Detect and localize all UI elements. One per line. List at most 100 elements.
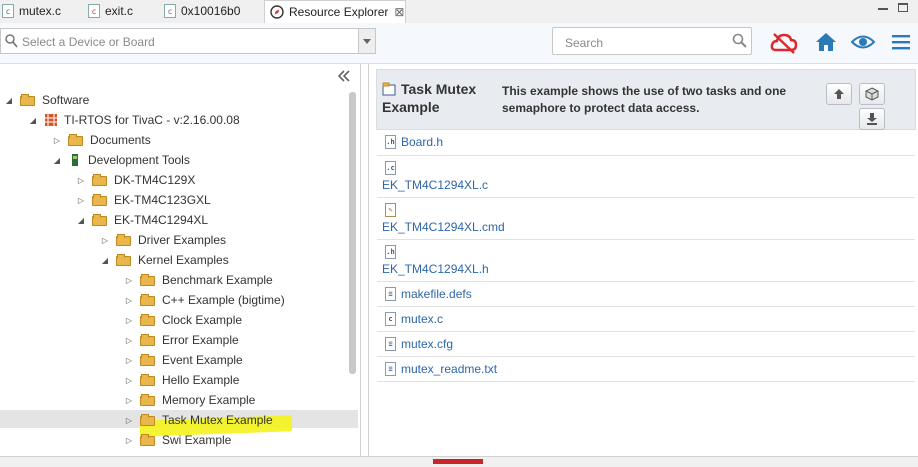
collapsed-arrow-icon[interactable]: ▷ bbox=[76, 195, 86, 205]
collapsed-arrow-icon[interactable]: ▷ bbox=[124, 415, 134, 425]
tree-item-label: EK-TM4C1294XL bbox=[114, 213, 209, 227]
file-link[interactable]: mutex_readme.txt bbox=[401, 362, 497, 376]
home-icon[interactable] bbox=[814, 31, 838, 53]
file-row[interactable]: ≡ mutex_readme.txt bbox=[377, 357, 915, 382]
tree-item-tirtos[interactable]: ◢ TI-RTOS for TivaC - v:2.16.00.08 bbox=[28, 111, 240, 129]
board-icon bbox=[72, 154, 78, 166]
tree-item-hello-example[interactable]: ▷ Hello Example bbox=[124, 371, 239, 389]
collapsed-arrow-icon[interactable]: ▷ bbox=[124, 275, 134, 285]
package-icon bbox=[45, 114, 57, 126]
collapsed-arrow-icon[interactable]: ▷ bbox=[124, 355, 134, 365]
file-row[interactable]: .h Board.h bbox=[377, 130, 915, 156]
expanded-arrow-icon[interactable]: ◢ bbox=[100, 255, 110, 265]
menu-icon[interactable] bbox=[891, 34, 911, 50]
cloud-offline-icon[interactable] bbox=[770, 31, 798, 55]
tree-item-software[interactable]: ◢ Software bbox=[4, 91, 89, 109]
tree-item-label: C++ Example (bigtime) bbox=[162, 293, 285, 307]
tab-exit-c[interactable]: c exit.c bbox=[88, 0, 158, 22]
tree-item-clock-example[interactable]: ▷ Clock Example bbox=[124, 311, 242, 329]
expanded-arrow-icon[interactable]: ◢ bbox=[52, 155, 62, 165]
tab-resource-explorer[interactable]: Resource Explorer ⊠ bbox=[264, 0, 406, 23]
file-row[interactable]: ≡ mutex.cfg bbox=[377, 332, 915, 357]
file-link[interactable]: EK_TM4C1294XL.c bbox=[382, 178, 488, 192]
eye-icon[interactable] bbox=[851, 33, 875, 51]
c-file-icon: .c bbox=[385, 161, 396, 175]
tree-item-ek-tm4c1294xl[interactable]: ◢ EK-TM4C1294XL bbox=[76, 211, 208, 229]
text-file-icon: ≡ bbox=[385, 337, 396, 351]
c-file-icon: c bbox=[2, 4, 14, 18]
file-row[interactable]: .c EK_TM4C1294XL.c bbox=[377, 156, 915, 198]
cube-button[interactable] bbox=[859, 83, 885, 105]
device-board-select[interactable]: Select a Device or Board bbox=[0, 28, 376, 54]
tab-disassembly[interactable]: c 0x10016b0 bbox=[164, 0, 260, 22]
tree-item-event-example[interactable]: ▷ Event Example bbox=[124, 351, 243, 369]
example-detail-pane: Task Mutex Example This example shows th… bbox=[368, 64, 918, 456]
expanded-arrow-icon[interactable]: ◢ bbox=[76, 215, 86, 225]
example-title-line: Task Mutex bbox=[401, 81, 477, 97]
tree-item-task-mutex-example[interactable]: ▷ Task Mutex Example bbox=[124, 411, 273, 429]
editor-tab-bar: c mutex.c c exit.c c 0x10016b0 Resource … bbox=[0, 0, 918, 24]
collapsed-arrow-icon[interactable]: ▷ bbox=[124, 335, 134, 345]
tree-item-dev-tools[interactable]: ◢ Development Tools bbox=[52, 151, 190, 169]
collapse-all-icon[interactable] bbox=[337, 70, 351, 82]
minimize-icon[interactable] bbox=[876, 2, 890, 14]
import-button[interactable] bbox=[826, 83, 852, 105]
tab-mutex-c[interactable]: c mutex.c bbox=[2, 0, 82, 22]
tree-item-label: Benchmark Example bbox=[162, 273, 273, 287]
tree-item-kernel-examples[interactable]: ◢ Kernel Examples bbox=[100, 251, 229, 269]
maximize-icon[interactable] bbox=[897, 2, 911, 14]
tree-item-label: Development Tools bbox=[88, 153, 190, 167]
tree-item-error-example[interactable]: ▷ Error Example bbox=[124, 331, 239, 349]
file-link[interactable]: makefile.defs bbox=[401, 287, 472, 301]
tree-item-memory-example[interactable]: ▷ Memory Example bbox=[124, 391, 255, 409]
search-placeholder: Search bbox=[565, 36, 604, 50]
collapsed-arrow-icon[interactable]: ▷ bbox=[124, 435, 134, 445]
tree-item-label: Swi Example bbox=[162, 433, 232, 447]
tree-item-benchmark-example[interactable]: ▷ Benchmark Example bbox=[124, 271, 273, 289]
collapsed-arrow-icon[interactable]: ▷ bbox=[52, 135, 62, 145]
tree-item-label: Event Example bbox=[162, 353, 243, 367]
tree-item-label: Documents bbox=[90, 133, 151, 147]
tree-item-driver-examples[interactable]: ▷ Driver Examples bbox=[100, 231, 226, 249]
example-folder-icon bbox=[140, 314, 156, 326]
tree-item-label: Task Mutex Example bbox=[162, 413, 273, 427]
tree-item-dk-tm4c129x[interactable]: ▷ DK-TM4C129X bbox=[76, 171, 195, 189]
file-link[interactable]: mutex.c bbox=[401, 312, 443, 326]
tab-label: 0x10016b0 bbox=[181, 4, 241, 18]
file-link[interactable]: mutex.cfg bbox=[401, 337, 453, 351]
folder-icon bbox=[116, 254, 132, 266]
collapsed-arrow-icon[interactable]: ▷ bbox=[124, 315, 134, 325]
tree-item-documents[interactable]: ▷ Documents bbox=[52, 131, 151, 149]
download-button[interactable] bbox=[859, 108, 885, 130]
expanded-arrow-icon[interactable]: ◢ bbox=[4, 95, 14, 105]
search-icon[interactable] bbox=[732, 33, 747, 48]
folder-icon bbox=[92, 214, 108, 226]
file-row[interactable]: .h EK_TM4C1294XL.h bbox=[377, 240, 915, 282]
collapsed-arrow-icon[interactable]: ▷ bbox=[76, 175, 86, 185]
file-row[interactable]: ✎ EK_TM4C1294XL.cmd bbox=[377, 198, 915, 240]
file-row[interactable]: ≡ makefile.defs bbox=[377, 282, 915, 307]
tree-item-ek-tm4c123gxl[interactable]: ▷ EK-TM4C123GXL bbox=[76, 191, 211, 209]
expanded-arrow-icon[interactable]: ◢ bbox=[28, 115, 38, 125]
collapsed-arrow-icon[interactable]: ▷ bbox=[124, 395, 134, 405]
file-link[interactable]: EK_TM4C1294XL.cmd bbox=[382, 220, 505, 234]
collapsed-arrow-icon[interactable]: ▷ bbox=[124, 295, 134, 305]
text-file-icon: ≡ bbox=[385, 362, 396, 376]
tree-item-cpp-example[interactable]: ▷ C++ Example (bigtime) bbox=[124, 291, 285, 309]
search-input[interactable]: Search bbox=[552, 27, 752, 55]
tree-item-label: Memory Example bbox=[162, 393, 256, 407]
close-icon[interactable]: ⊠ bbox=[394, 5, 404, 19]
collapsed-arrow-icon[interactable]: ▷ bbox=[124, 375, 134, 385]
tree-scrollbar[interactable] bbox=[349, 92, 356, 374]
file-link[interactable]: Board.h bbox=[401, 135, 443, 149]
package-tree-pane: ◢ Software ◢ TI-RTOS for TivaC - v:2.16.… bbox=[0, 64, 361, 456]
collapsed-arrow-icon[interactable]: ▷ bbox=[100, 235, 110, 245]
progress-indicator bbox=[433, 459, 483, 464]
header-file-icon: .h bbox=[385, 135, 396, 149]
tree-item-label: Hello Example bbox=[162, 373, 240, 387]
file-row[interactable]: c mutex.c bbox=[377, 307, 915, 332]
tree-item-swi-example[interactable]: ▷ Swi Example bbox=[124, 431, 231, 449]
chevron-down-icon[interactable] bbox=[358, 29, 375, 53]
disassembly-icon: c bbox=[164, 4, 176, 18]
file-link[interactable]: EK_TM4C1294XL.h bbox=[382, 262, 489, 276]
